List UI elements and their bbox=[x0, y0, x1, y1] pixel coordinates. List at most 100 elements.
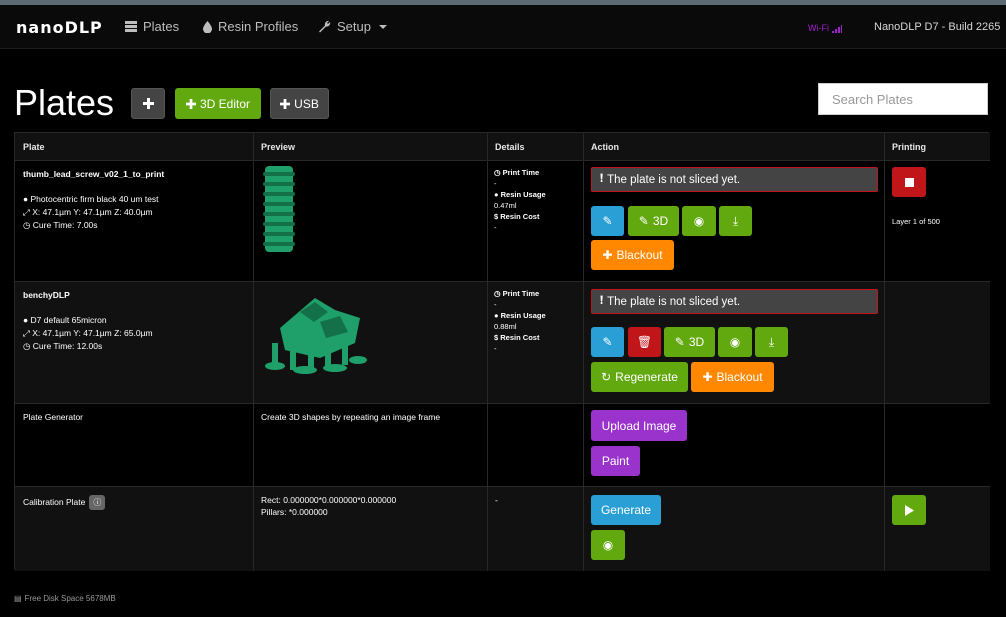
stop-print-button[interactable] bbox=[892, 167, 926, 197]
header-printing: Printing bbox=[892, 142, 926, 152]
search-input[interactable] bbox=[818, 83, 988, 115]
blackout-button[interactable]: ✚ Blackout bbox=[591, 240, 674, 270]
blackout-button[interactable]: ✚ Blackout bbox=[691, 362, 774, 392]
plate-dims: X: 47.1µm Y: 47.1µm Z: 40.0µm bbox=[32, 207, 153, 217]
build-info: NanoDLP D7 - Build 2265 bbox=[874, 21, 1001, 33]
plate-preview-image[interactable] bbox=[260, 288, 370, 376]
stop-icon bbox=[904, 177, 914, 187]
wrench-icon bbox=[319, 20, 331, 33]
3d-view-button[interactable]: ✎ 3D bbox=[664, 327, 715, 357]
plate-name[interactable]: benchyDLP bbox=[23, 289, 70, 302]
preview-button[interactable]: ◉ bbox=[718, 327, 752, 357]
preview-button[interactable]: ◉ bbox=[591, 530, 625, 560]
plate-preview-image[interactable] bbox=[259, 166, 299, 252]
calibration-pillars: Pillars: *0.000000 bbox=[261, 507, 328, 517]
cure-time: Cure Time: 12.00s bbox=[32, 341, 103, 351]
blackout-label: Blackout bbox=[716, 370, 763, 384]
nav-plates-label: Plates bbox=[143, 19, 180, 34]
3d-label: 3D bbox=[688, 335, 705, 349]
calibration-details: - bbox=[495, 495, 498, 505]
wifi-label: Wi-Fi bbox=[808, 23, 829, 33]
usb-button[interactable]: USB bbox=[270, 88, 329, 119]
resin-cost-label: $ Resin Cost bbox=[494, 333, 540, 342]
exclamation-icon: ❗︎ bbox=[600, 173, 604, 185]
dims-line: ⤢ X: 47.1µm Y: 47.1µm Z: 65.0µm bbox=[23, 327, 153, 340]
print-time-value: - bbox=[494, 179, 497, 188]
plus-icon bbox=[142, 98, 154, 109]
plate-name[interactable]: thumb_lead_screw_v02_1_to_print bbox=[23, 168, 164, 181]
page-title: Plates bbox=[14, 82, 115, 123]
paint-label: Paint bbox=[601, 454, 630, 468]
print-time-label-text: Print Time bbox=[502, 168, 540, 177]
header-plate: Plate bbox=[23, 142, 45, 152]
download-button[interactable]: ⤓ bbox=[719, 206, 752, 236]
add-plate-button[interactable] bbox=[131, 88, 165, 119]
print-time-label: ◷ Print Time bbox=[494, 289, 540, 298]
download-icon: ⤓ bbox=[768, 334, 775, 349]
regenerate-label: Regenerate bbox=[615, 370, 678, 384]
eye-icon: ◉ bbox=[693, 214, 705, 228]
edit-button[interactable]: ✎ bbox=[591, 206, 624, 236]
3d-view-button[interactable]: ✎ 3D bbox=[628, 206, 679, 236]
wifi-status[interactable]: Wi-Fi bbox=[808, 23, 842, 33]
delete-button[interactable]: 🗑︎ bbox=[628, 327, 661, 357]
profile-line: ● Photocentric firm black 40 um test bbox=[23, 193, 159, 206]
not-sliced-alert: ❗︎ The plate is not sliced yet. bbox=[591, 167, 878, 192]
blackout-label: Blackout bbox=[616, 248, 663, 262]
upload-image-button[interactable]: Upload Image bbox=[591, 410, 687, 441]
resin-usage-label: ● Resin Usage bbox=[494, 190, 546, 199]
plate-name-line: Calibration Plate ⓘ bbox=[23, 495, 106, 510]
regenerate-button[interactable]: ↻ Regenerate bbox=[591, 362, 688, 392]
alert-text: The plate is not sliced yet. bbox=[607, 295, 741, 308]
resin-cost-label-text: Resin Cost bbox=[500, 212, 540, 221]
start-print-button[interactable] bbox=[892, 495, 926, 525]
plus-icon bbox=[280, 98, 291, 109]
pencil-icon: ✎ bbox=[602, 214, 613, 228]
drop-icon: ● bbox=[23, 194, 29, 204]
pencil-icon: ✎ bbox=[602, 335, 613, 349]
3d-editor-button[interactable]: 3D Editor bbox=[175, 88, 261, 119]
table-row: Plate Generator Create 3D shapes by repe… bbox=[15, 404, 990, 487]
upload-image-label: Upload Image bbox=[601, 418, 677, 433]
edit-button[interactable]: ✎ bbox=[591, 327, 624, 357]
download-button[interactable]: ⤓ bbox=[755, 327, 788, 357]
nav-plates[interactable]: Plates bbox=[125, 19, 179, 34]
plate-name: Plate Generator bbox=[23, 412, 84, 422]
eye-icon: ◉ bbox=[729, 335, 741, 349]
list-icon bbox=[125, 21, 137, 32]
resin-usage-value: 0.47ml bbox=[494, 201, 517, 210]
info-icon[interactable]: ⓘ bbox=[89, 495, 106, 510]
3d-editor-label: 3D Editor bbox=[199, 96, 251, 111]
alert-text: The plate is not sliced yet. bbox=[607, 173, 741, 186]
chevron-down-icon bbox=[378, 24, 387, 29]
table-row: benchyDLP ● D7 default 65micron ⤢ X: 47.… bbox=[15, 282, 990, 404]
3d-label: 3D bbox=[652, 214, 669, 228]
header-details: Details bbox=[495, 142, 525, 152]
trash-icon: 🗑︎ bbox=[636, 335, 653, 349]
signal-icon bbox=[832, 25, 842, 33]
cure-time: Cure Time: 7.00s bbox=[32, 220, 98, 230]
cure-line: ◷ Cure Time: 12.00s bbox=[23, 340, 102, 353]
resin-cost-value: - bbox=[494, 344, 497, 353]
nav-resin-profiles[interactable]: Resin Profiles bbox=[203, 19, 298, 34]
refresh-icon: ↻ bbox=[601, 370, 612, 384]
profile-name: D7 default 65micron bbox=[30, 315, 107, 325]
disk-space-footer: ▤ Free Disk Space 5678MB bbox=[14, 594, 116, 603]
resin-usage-label-text: Resin Usage bbox=[500, 190, 546, 199]
generate-button[interactable]: Generate bbox=[591, 495, 661, 525]
navbar: nanoDLP Plates Resin Profiles Setup Wi-F… bbox=[0, 5, 1006, 49]
drop-icon bbox=[203, 20, 212, 33]
plus-icon: ✚ bbox=[602, 248, 613, 262]
plate-name: Calibration Plate bbox=[23, 497, 86, 507]
brand-logo[interactable]: nanoDLP bbox=[16, 18, 103, 37]
preview-button[interactable]: ◉ bbox=[682, 206, 716, 236]
profile-line: ● D7 default 65micron bbox=[23, 314, 107, 327]
paint-button[interactable]: Paint bbox=[591, 446, 640, 476]
nav-setup-dropdown[interactable]: Setup bbox=[318, 19, 387, 34]
resin-usage-label-text: Resin Usage bbox=[500, 311, 546, 320]
plate-dims: X: 47.1µm Y: 47.1µm Z: 65.0µm bbox=[32, 328, 153, 338]
table-header: Plate Preview Details Action Printing bbox=[15, 133, 990, 161]
resin-usage-label: ● Resin Usage bbox=[494, 311, 546, 320]
layer-progress: Layer 1 of 500 bbox=[892, 217, 940, 226]
print-time-label-text: Print Time bbox=[502, 289, 540, 298]
